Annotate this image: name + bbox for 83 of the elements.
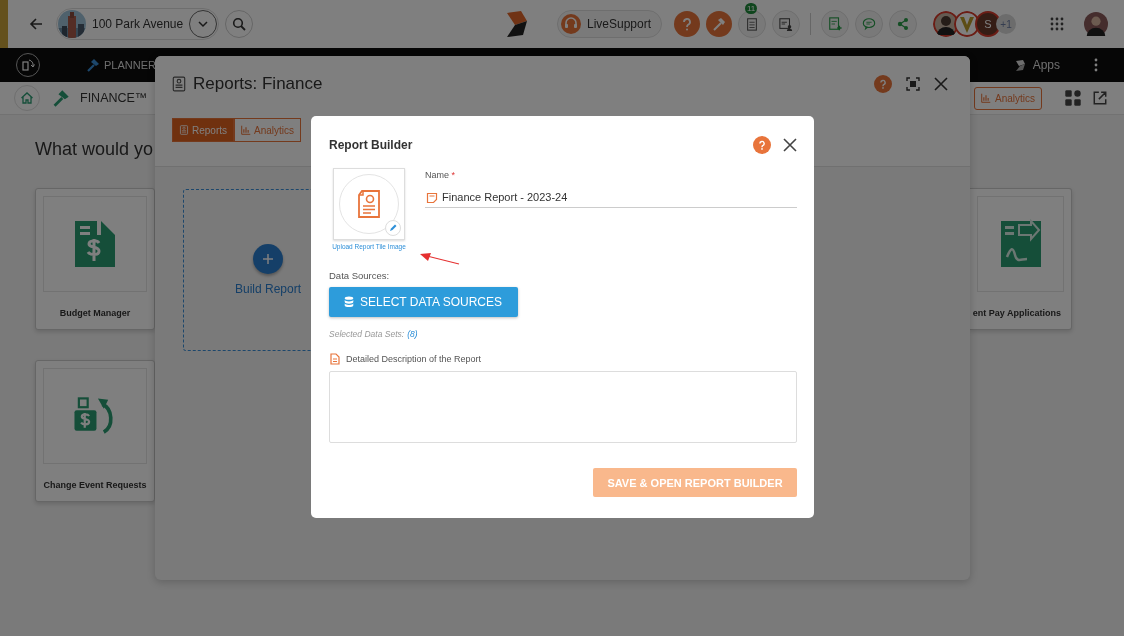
pencil-icon [389,224,397,232]
notification-badge: 11 [745,3,758,14]
help-button[interactable] [674,11,700,37]
chevron-down-icon [197,18,210,30]
tile-label: Budget Manager [59,308,131,318]
external-link-icon[interactable] [1092,90,1108,106]
close-icon[interactable] [783,138,797,152]
hammer-icon [52,89,70,107]
report-icon [171,76,187,92]
hammer-icon [86,58,100,72]
signed-document-icon [998,219,1043,269]
bar-chart-icon [981,93,991,103]
apps-link[interactable]: Apps [1012,58,1060,72]
chat-button[interactable] [855,10,883,38]
tab[interactable]: Analytics [234,118,302,142]
document-plus-icon [828,17,842,31]
name-field[interactable]: Finance Report - 2023-24 [425,188,797,208]
network-button[interactable] [889,10,917,38]
help-icon [680,17,694,31]
document-icon [329,353,341,365]
module-tile[interactable]: ent Pay Applications [970,188,1072,330]
module-tile[interactable]: Change Event Requests [35,360,155,502]
edit-button[interactable] [385,220,401,236]
window-title: Reports: Finance [193,74,323,94]
rotate-device-icon [21,58,35,72]
user-avatar[interactable]: S [975,11,1001,37]
dashboard-icon[interactable] [1064,89,1082,107]
chat-icon [862,17,876,31]
live-support-button[interactable]: LiveSupport [556,10,662,38]
selected-sets-count[interactable]: (8) [407,329,418,339]
more-options-icon[interactable] [1094,58,1098,72]
build-report-label: Build Report [234,282,301,296]
tools-button[interactable] [706,11,732,37]
field-label: Detailed Description of the Report [346,354,482,364]
help-icon [757,140,767,150]
search-button[interactable] [225,10,254,38]
help-icon [878,79,888,89]
hammer-icon [712,17,726,31]
user-avatar[interactable] [933,11,959,37]
module-tab[interactable]: PLANNER [86,58,156,72]
selected-sets-label: Selected Data Sets: [329,329,405,339]
dialog-title: Report Builder [329,138,413,152]
bar-chart-icon [241,125,251,135]
close-icon[interactable] [934,77,948,91]
field-label: Name * [425,170,457,180]
field-label: Data Sources: [329,270,391,281]
accent-strip [0,0,8,48]
select-data-sources-button[interactable]: SELECT DATA SOURCES [329,287,519,317]
module-tile[interactable]: Budget Manager [35,188,155,330]
dropdown-button[interactable] [189,10,218,38]
tile-image-uploader[interactable] [333,168,405,240]
checklist-icon [745,17,759,31]
company-avatar[interactable] [954,11,980,37]
document-person-icon [779,17,793,31]
tile-label: Change Event Requests [43,480,147,490]
required-mark: * [451,170,456,180]
module-title: FINANCE™ [80,91,148,105]
home-icon [20,91,34,105]
report-document-icon [357,189,381,219]
maximize-icon[interactable] [906,77,920,91]
user-avatar[interactable] [1084,12,1108,36]
help-button[interactable] [874,75,892,93]
database-icon [343,296,355,308]
plus-icon [262,253,274,265]
add-button[interactable] [253,244,283,274]
analytics-button[interactable]: Analytics [974,86,1042,110]
annotation-arrow [419,252,461,266]
page-heading: What would yo [35,139,154,160]
dollar-document-icon [73,219,117,269]
tab[interactable]: Reports [172,118,234,142]
tile-label: ent Pay Applications [972,308,1061,318]
report-icon [179,125,189,135]
help-button[interactable] [753,136,771,154]
network-icon [896,17,910,31]
app-grid-icon[interactable] [1050,17,1064,31]
tasks-button[interactable] [738,10,766,38]
documents-button[interactable] [772,10,800,38]
back-arrow-icon[interactable] [28,16,44,32]
search-icon [232,17,247,31]
headset-icon [560,14,581,34]
note-icon [426,192,438,204]
description-field[interactable] [329,371,797,443]
new-document-button[interactable] [821,10,849,38]
